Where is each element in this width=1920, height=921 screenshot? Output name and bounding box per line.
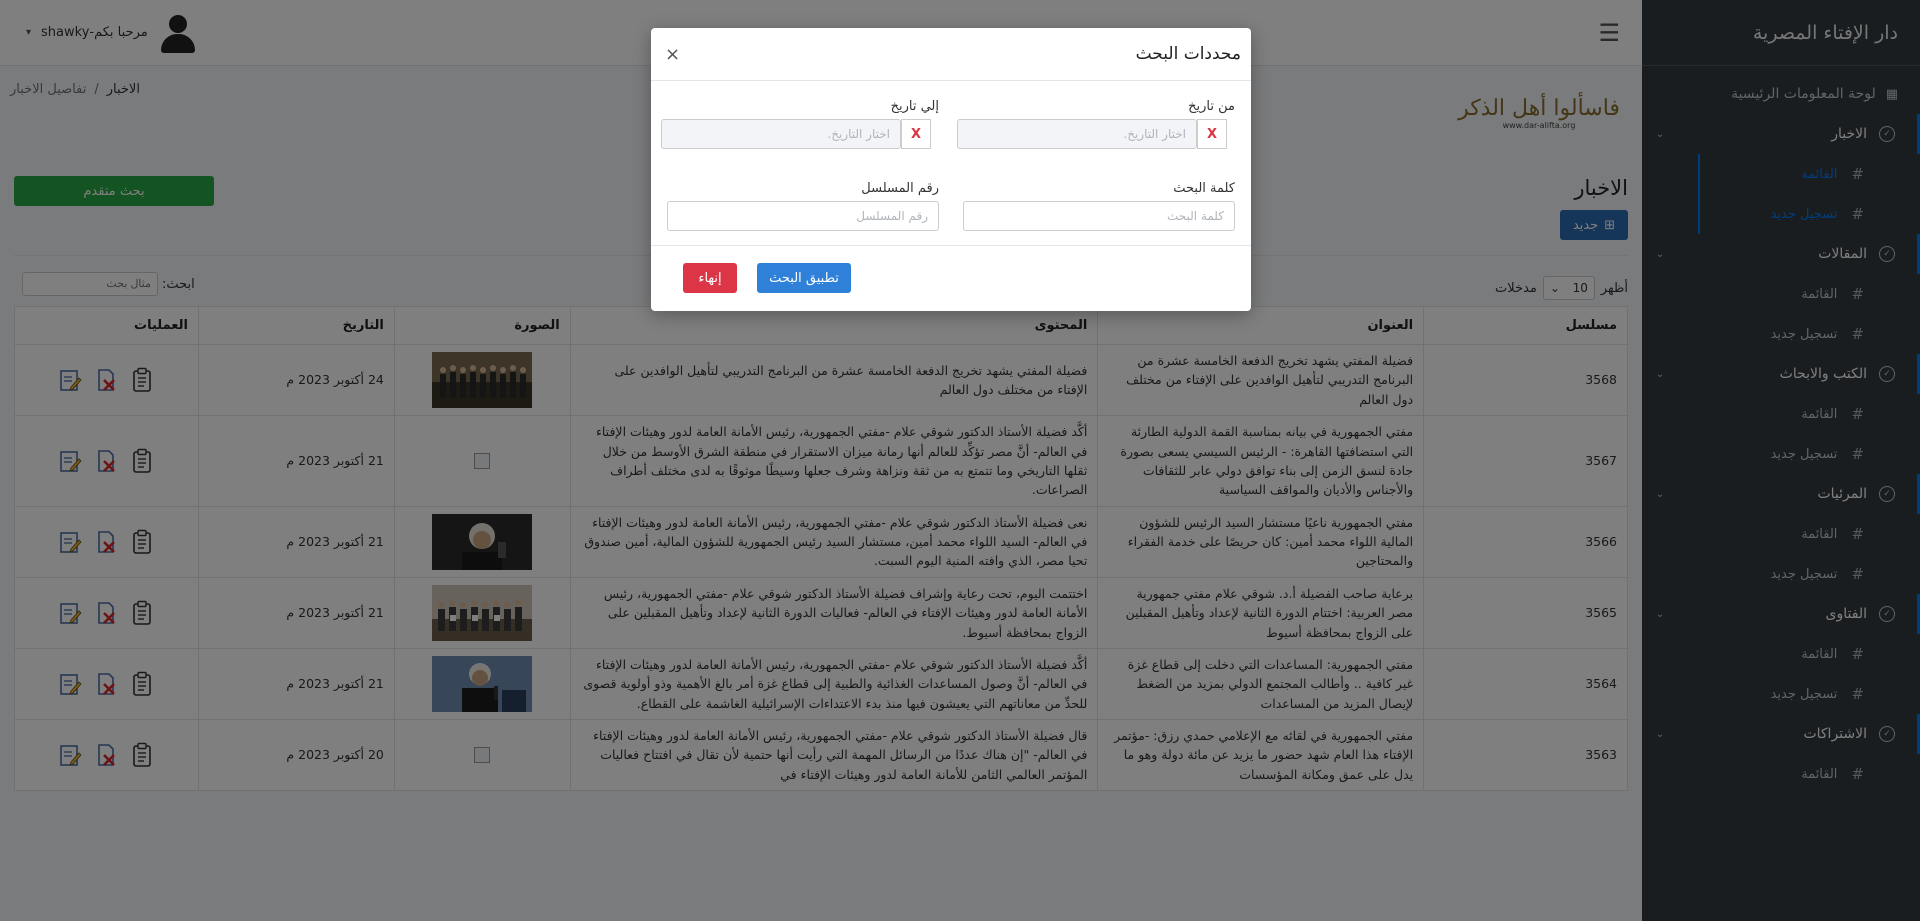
to-date-label: إلي تاريخ	[890, 99, 939, 114]
clear-from-date-button[interactable]: X	[1197, 119, 1227, 149]
to-date-input[interactable]: اختار التاريخ.	[661, 119, 901, 149]
modal-title: محددات البحث	[1135, 44, 1241, 64]
apply-search-button[interactable]: تطبيق البحث	[757, 263, 851, 293]
from-date-input[interactable]: اختار التاريخ.	[957, 119, 1197, 149]
serial-input[interactable]: رقم المسلسل	[667, 201, 939, 231]
search-filters-modal: محددات البحث × من تاريخ X اختار التاريخ.…	[651, 28, 1251, 311]
end-button[interactable]: إنهاء	[683, 263, 737, 293]
serial-label: رقم المسلسل	[861, 181, 939, 196]
clear-to-date-button[interactable]: X	[901, 119, 931, 149]
keyword-label: كلمة البحث	[1173, 181, 1235, 196]
keyword-input[interactable]: كلمة البحث	[963, 201, 1235, 231]
close-icon[interactable]: ×	[665, 44, 680, 65]
from-date-label: من تاريخ	[1188, 99, 1235, 114]
